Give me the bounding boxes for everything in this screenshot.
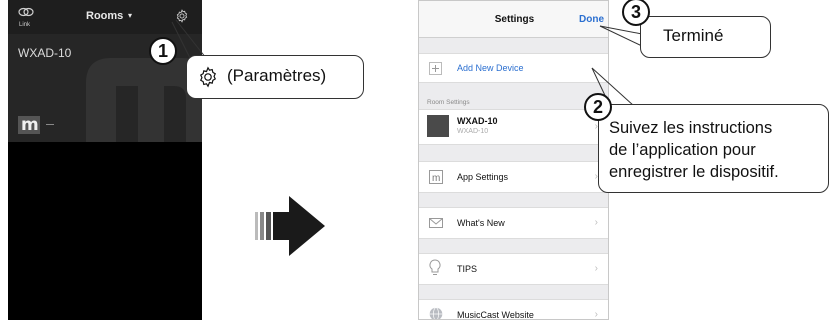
instructions-line-1: Suivez les instructions <box>609 119 773 137</box>
app-settings-label: App Settings <box>457 172 509 182</box>
step-number-2: 2 <box>584 93 612 121</box>
device-thumbnail <box>427 115 449 137</box>
callout-done: Terminé <box>640 16 771 58</box>
tips-row[interactable]: TIPS › <box>419 253 608 285</box>
whats-new-row[interactable]: What's New › <box>419 207 608 239</box>
app-settings-row[interactable]: m App Settings › <box>419 161 608 193</box>
link-icon[interactable] <box>18 6 34 18</box>
add-new-device-label: Add New Device <box>457 63 524 73</box>
plus-icon <box>429 62 442 75</box>
svg-text:m: m <box>432 173 440 184</box>
instructions-line-2: de l’application pour <box>609 141 756 159</box>
instructions-line-3: enregistrer le dispositif. <box>609 163 779 181</box>
chevron-right-icon: › <box>594 263 598 274</box>
link-label: Link <box>19 22 31 28</box>
add-new-device-row[interactable]: Add New Device <box>419 53 608 83</box>
musiccast-website-row[interactable]: MusicCast Website › <box>419 299 608 320</box>
chevron-right-icon: › <box>594 217 598 228</box>
room-device-row[interactable]: WXAD-10 WXAD-10 › <box>419 109 608 145</box>
now-playing-thumbnail: m <box>18 115 40 135</box>
whats-new-label: What's New <box>457 218 505 228</box>
section-label-room-settings: Room Settings <box>427 99 470 106</box>
envelope-icon <box>429 218 443 228</box>
callout-instructions: Suivez les instructions de l’application… <box>598 104 829 193</box>
device-name: WXAD-10 <box>457 116 498 126</box>
tips-label: TIPS <box>457 264 478 274</box>
m-logo-icon: m <box>429 170 443 184</box>
chevron-down-icon[interactable]: ▾ <box>128 11 132 20</box>
callout-settings-text: (Paramètres) <box>227 66 327 85</box>
step-number-1: 1 <box>149 37 177 65</box>
room-name: WXAD-10 <box>18 46 72 60</box>
device-subtitle: WXAD-10 <box>457 128 489 135</box>
settings-screen: Settings Done Add New Device Room Settin… <box>418 0 609 320</box>
track-placeholder <box>46 124 54 125</box>
callout-settings: (Paramètres) <box>186 55 364 99</box>
callout-instructions-text: Suivez les instructions de l’application… <box>609 117 779 183</box>
lightbulb-icon <box>429 259 441 275</box>
musiccast-website-label: MusicCast Website <box>457 310 534 320</box>
arrow-right-icon <box>255 196 325 256</box>
globe-icon <box>429 307 443 319</box>
rooms-dropdown[interactable]: Rooms <box>86 10 123 22</box>
gear-icon <box>199 66 217 88</box>
callout-done-text: Terminé <box>663 26 724 45</box>
chevron-right-icon: › <box>594 309 598 320</box>
settings-nav-bar: Settings Done <box>419 1 608 38</box>
